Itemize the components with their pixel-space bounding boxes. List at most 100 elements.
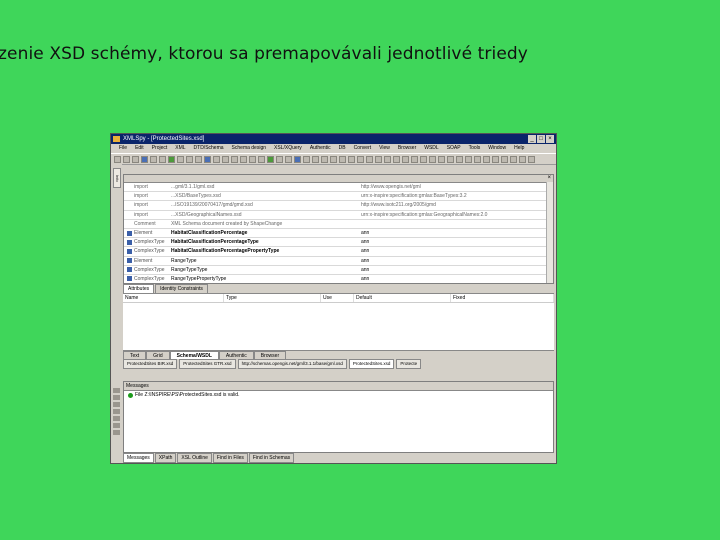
validation-message[interactable]: File Z:\INSPIRE\PS\ProtectedSites.xsd is… — [124, 391, 553, 399]
toolbar-button-icon[interactable] — [240, 155, 247, 163]
bottom-tab[interactable]: XPath — [154, 452, 177, 463]
menu-item[interactable]: DB — [335, 144, 350, 153]
schema-row[interactable]: Comment XML Schema document created by Sh… — [124, 220, 553, 229]
schema-row[interactable]: ComplexType RangeTypeType ann — [124, 266, 553, 275]
toolbar-button-icon[interactable] — [501, 155, 508, 163]
toolbar-button-icon[interactable] — [366, 155, 373, 163]
toolbar-button-icon[interactable] — [429, 155, 436, 163]
toolbar-button-icon[interactable] — [492, 155, 499, 163]
attributes-list[interactable] — [123, 303, 554, 351]
toolbar-button-icon[interactable] — [411, 155, 418, 163]
vertical-scrollbar[interactable] — [546, 182, 553, 283]
toolbar-button-icon[interactable] — [132, 155, 139, 163]
toolbar-button-icon[interactable] — [168, 155, 175, 163]
toolbar-button-icon[interactable] — [348, 155, 355, 163]
file-tab[interactable]: Protecte — [396, 359, 422, 369]
menu-item[interactable]: Window — [484, 144, 510, 153]
menu-item[interactable]: Help — [510, 144, 528, 153]
menu-item[interactable]: DTD/Schema — [190, 144, 228, 153]
schema-row[interactable]: ComplexType HabitatClassificationPercenta… — [124, 247, 553, 257]
toolbar-button-icon[interactable] — [519, 155, 526, 163]
menu-item[interactable]: WSDL — [420, 144, 442, 153]
menu-item[interactable]: SOAP — [443, 144, 465, 153]
menu-item[interactable]: Tools — [465, 144, 485, 153]
toolbar-button-icon[interactable] — [195, 155, 202, 163]
toolbar-button-icon[interactable] — [528, 155, 535, 163]
bottom-tab[interactable]: Find in Files — [212, 452, 248, 463]
bottom-tab[interactable]: XSL Outline — [177, 452, 212, 463]
toolbar-button-icon[interactable] — [294, 155, 301, 163]
toolbar-button-icon[interactable] — [213, 155, 220, 163]
msg-tool-icon[interactable] — [113, 395, 120, 400]
toolbar-button-icon[interactable] — [204, 155, 211, 163]
msg-tool-icon[interactable] — [113, 430, 120, 435]
schema-row[interactable]: import ...gml/3.1.1/gml.xsd http://www.ope… — [124, 183, 553, 193]
toolbar-button-icon[interactable] — [276, 155, 283, 163]
toolbar-button-icon[interactable] — [321, 155, 328, 163]
close-button[interactable]: × — [546, 135, 554, 143]
menu-item[interactable]: File — [115, 144, 131, 153]
msg-tool-icon[interactable] — [113, 409, 120, 414]
menu-item[interactable]: Authentic — [306, 144, 335, 153]
minimize-button[interactable]: _ — [528, 135, 536, 143]
close-icon[interactable]: × — [547, 175, 551, 182]
toolbar-button-icon[interactable] — [357, 155, 364, 163]
menu-item[interactable]: Schema design — [228, 144, 270, 153]
toolbar-button-icon[interactable] — [447, 155, 454, 163]
file-tab[interactable]: http://schemas.opengis.net/gml/3.1.1/bas… — [237, 359, 347, 369]
tab-attributes[interactable]: Attributes — [123, 284, 155, 293]
schema-row[interactable]: ComplexType HabitatClassificationPercenta… — [124, 238, 553, 248]
toolbar-button-icon[interactable] — [267, 155, 274, 163]
toolbar-button-icon[interactable] — [150, 155, 157, 163]
toolbar-button-icon[interactable] — [393, 155, 400, 163]
toolbar-button-icon[interactable] — [384, 155, 391, 163]
msg-tool-icon[interactable] — [113, 388, 120, 393]
menu-item[interactable]: XSL/XQuery — [270, 144, 306, 153]
toolbar-button-icon[interactable] — [222, 155, 229, 163]
menu-item[interactable]: Browser — [394, 144, 420, 153]
toolbar-button-icon[interactable] — [231, 155, 238, 163]
toolbar-button-icon[interactable] — [114, 155, 121, 163]
toolbar-button-icon[interactable] — [420, 155, 427, 163]
schema-row[interactable]: import ...ISO19139/20070417/gmd/gmd.xsd ht… — [124, 201, 553, 211]
toolbar-button-icon[interactable] — [258, 155, 265, 163]
schema-row[interactable]: import ...XSD/BaseTypes.xsd urn:x-inspire:… — [124, 192, 553, 202]
schema-row[interactable]: Element HabitatClassificationPercentage an… — [124, 229, 553, 239]
menu-item[interactable]: View — [375, 144, 394, 153]
toolbar-button-icon[interactable] — [456, 155, 463, 163]
bottom-tab[interactable]: Messages — [123, 452, 154, 463]
toolbar-button-icon[interactable] — [438, 155, 445, 163]
msg-tool-icon[interactable] — [113, 423, 120, 428]
toolbar-button-icon[interactable] — [159, 155, 166, 163]
menu-item[interactable]: XML — [171, 144, 189, 153]
schema-row[interactable]: Element RangeType ann — [124, 257, 553, 266]
menu-item[interactable]: Project — [148, 144, 172, 153]
toolbar-button-icon[interactable] — [375, 155, 382, 163]
file-tab[interactable]: ProtectedSites BIR.xsd — [123, 359, 178, 369]
toolbar-button-icon[interactable] — [177, 155, 184, 163]
msg-tool-icon[interactable] — [113, 416, 120, 421]
msg-tool-icon[interactable] — [113, 402, 120, 407]
bottom-tab[interactable]: Find in Schemas — [248, 452, 295, 463]
maximize-button[interactable]: □ — [537, 135, 545, 143]
menu-item[interactable]: Convert — [350, 144, 376, 153]
schema-row[interactable]: import ...XSD/GeographicalNames.xsd urn:x-… — [124, 211, 553, 220]
toolbar-button-icon[interactable] — [285, 155, 292, 163]
file-tab[interactable]: ProtectedSites.xsd — [348, 359, 395, 369]
toolbar-button-icon[interactable] — [510, 155, 517, 163]
toolbar-button-icon[interactable] — [312, 155, 319, 163]
toolbar-button-icon[interactable] — [249, 155, 256, 163]
toolbar-button-icon[interactable] — [474, 155, 481, 163]
toolbar-button-icon[interactable] — [123, 155, 130, 163]
toolbar-button-icon[interactable] — [339, 155, 346, 163]
toolbar-button-icon[interactable] — [483, 155, 490, 163]
toolbar-button-icon[interactable] — [186, 155, 193, 163]
toolbar-button-icon[interactable] — [141, 155, 148, 163]
side-tab-info[interactable]: Info — [113, 168, 121, 188]
toolbar-button-icon[interactable] — [330, 155, 337, 163]
toolbar-button-icon[interactable] — [402, 155, 409, 163]
menu-item[interactable]: Edit — [131, 144, 148, 153]
toolbar-button-icon[interactable] — [303, 155, 310, 163]
tab-identity-constraints[interactable]: Identity Constraints — [155, 284, 208, 293]
file-tab[interactable]: ProtectedSites GTR.xsd — [179, 359, 236, 369]
